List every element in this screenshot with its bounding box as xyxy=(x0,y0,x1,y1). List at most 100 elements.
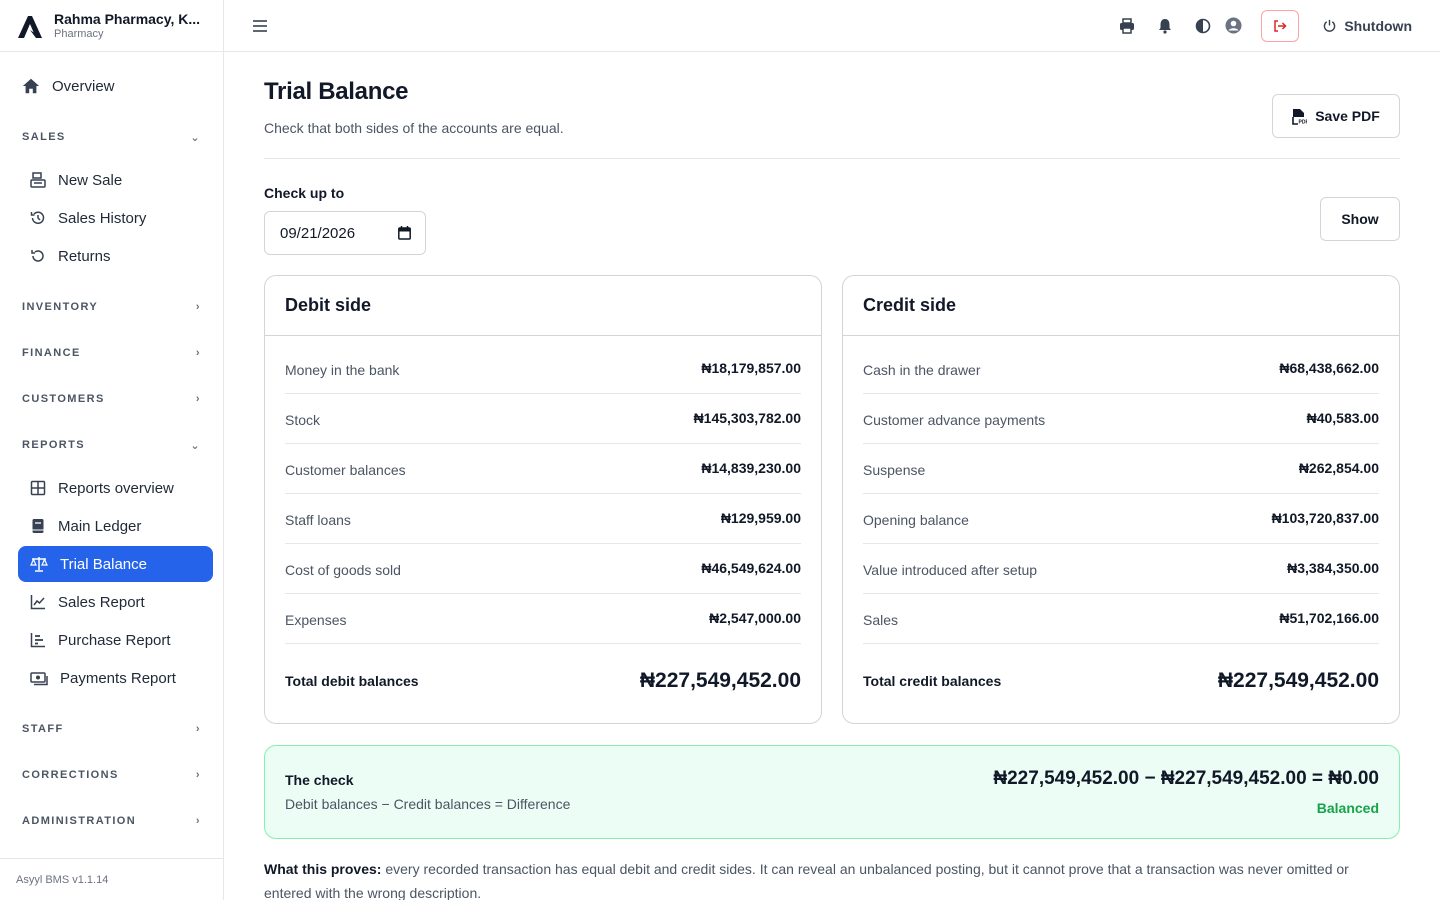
sidebar: Rahma Pharmacy, K... Pharmacy Overview S… xyxy=(0,0,224,900)
status-badge: Balanced xyxy=(1316,800,1379,816)
chevron-right-icon: › xyxy=(195,393,201,405)
row-value: ₦2,547,000.00 xyxy=(709,609,801,626)
shutdown-button[interactable]: Shutdown xyxy=(1323,18,1412,34)
main-area: Shutdown Trial Balance Check that both s… xyxy=(224,0,1440,900)
sidebar-item-payments-report[interactable]: Payments Report xyxy=(18,660,213,696)
debit-row: Expenses ₦2,547,000.00 xyxy=(285,594,801,644)
chevron-down-icon: ⌄ xyxy=(190,439,201,452)
date-value: 09/21/2026 xyxy=(280,224,356,242)
sidebar-section-reports[interactable]: REPORTS ⌄ xyxy=(18,422,213,468)
row-value: ₦3,384,350.00 xyxy=(1287,559,1379,576)
notifications-button[interactable] xyxy=(1153,14,1177,38)
table-icon xyxy=(30,480,46,496)
page-subtitle: Check that both sides of the accounts ar… xyxy=(264,120,564,136)
section-label: REPORTS xyxy=(22,439,85,451)
row-value: ₦14,839,230.00 xyxy=(701,459,801,476)
section-label: CUSTOMERS xyxy=(22,393,105,405)
sidebar-item-sales-history[interactable]: Sales History xyxy=(18,200,213,236)
debit-row: Cost of goods sold ₦46,549,624.00 xyxy=(285,544,801,594)
money-icon xyxy=(30,672,48,686)
check-equation: ₦227,549,452.00 − ₦227,549,452.00 = ₦0.0… xyxy=(993,768,1379,789)
sidebar-section-sales[interactable]: SALES ⌄ xyxy=(18,114,213,160)
theme-toggle-button[interactable] xyxy=(1191,14,1215,38)
hamburger-icon xyxy=(253,19,267,32)
logout-icon xyxy=(1274,19,1287,32)
row-label: Stock xyxy=(285,411,321,428)
debit-row: Customer balances ₦14,839,230.00 xyxy=(285,444,801,494)
page-header: Trial Balance Check that both sides of t… xyxy=(264,76,1400,159)
row-value: ₦18,179,857.00 xyxy=(701,359,801,376)
sidebar-item-overview[interactable]: Overview xyxy=(18,66,213,106)
sidebar-section-corrections[interactable]: CORRECTIONS › xyxy=(18,752,213,798)
proof-lead: What this proves: xyxy=(264,861,382,877)
save-pdf-button[interactable]: PDF Save PDF xyxy=(1272,94,1400,138)
shutdown-label: Shutdown xyxy=(1344,17,1412,34)
credit-total-value: ₦227,549,452.00 xyxy=(1217,669,1379,692)
credit-total-label: Total credit balances xyxy=(863,673,1002,689)
row-label: Customer advance payments xyxy=(863,411,1046,428)
menu-toggle-button[interactable] xyxy=(248,14,272,38)
balance-check-panel: The check Debit balances − Credit balanc… xyxy=(264,745,1400,839)
sidebar-item-trial-balance[interactable]: Trial Balance xyxy=(18,546,213,582)
print-button[interactable] xyxy=(1115,14,1139,38)
sidebar-item-returns[interactable]: Returns xyxy=(18,238,213,274)
home-icon xyxy=(22,78,40,94)
profile-button[interactable] xyxy=(1221,14,1245,38)
version-label: Asyyl BMS v1.1.14 xyxy=(0,858,223,900)
sidebar-item-label: Reports overview xyxy=(58,479,174,497)
save-pdf-label: Save PDF xyxy=(1315,108,1380,124)
chevron-right-icon: › xyxy=(195,769,201,781)
section-label: ADMINISTRATION xyxy=(22,815,137,827)
sidebar-section-finance[interactable]: FINANCE › xyxy=(18,330,213,376)
credit-card-title: Credit side xyxy=(843,276,1399,336)
check-title: The check xyxy=(285,772,354,788)
check-formula: Debit balances − Credit balances = Diffe… xyxy=(285,796,571,812)
debit-row: Stock ₦145,303,782.00 xyxy=(285,394,801,444)
sidebar-section-inventory[interactable]: INVENTORY › xyxy=(18,284,213,330)
undo-icon xyxy=(31,250,44,262)
debit-row: Staff loans ₦129,959.00 xyxy=(285,494,801,544)
bar-chart-icon xyxy=(30,633,45,648)
sidebar-item-label: Main Ledger xyxy=(58,517,142,535)
brand[interactable]: Rahma Pharmacy, K... Pharmacy xyxy=(0,0,223,52)
row-value: ₦68,438,662.00 xyxy=(1279,359,1379,376)
sidebar-section-staff[interactable]: STAFF › xyxy=(18,706,213,752)
chevron-right-icon: › xyxy=(195,815,201,827)
row-value: ₦40,583.00 xyxy=(1306,409,1379,426)
calendar-icon[interactable] xyxy=(398,226,411,240)
sidebar-section-customers[interactable]: CUSTOMERS › xyxy=(18,376,213,422)
sidebar-item-new-sale[interactable]: New Sale xyxy=(18,162,213,198)
date-input[interactable]: 09/21/2026 xyxy=(264,211,426,255)
sidebar-item-sales-report[interactable]: Sales Report xyxy=(18,584,213,620)
chevron-down-icon: ⌄ xyxy=(190,131,201,144)
sidebar-section-administration[interactable]: ADMINISTRATION › xyxy=(18,798,213,844)
brand-name: Rahma Pharmacy, K... xyxy=(54,11,201,27)
section-label: FINANCE xyxy=(22,347,81,359)
history-icon xyxy=(30,211,45,224)
row-label: Value introduced after setup xyxy=(863,561,1038,578)
sidebar-item-reports-overview[interactable]: Reports overview xyxy=(18,470,213,506)
row-value: ₦51,702,166.00 xyxy=(1279,609,1379,626)
sidebar-item-label: Trial Balance xyxy=(60,555,147,573)
sidebar-item-label: Overview xyxy=(52,77,115,95)
sidebar-item-label: Sales Report xyxy=(58,593,145,611)
book-icon xyxy=(32,519,44,533)
chevron-right-icon: › xyxy=(195,723,201,735)
row-label: Money in the bank xyxy=(285,361,400,378)
sidebar-item-label: Payments Report xyxy=(60,669,176,687)
user-circle-icon xyxy=(1225,17,1242,34)
line-chart-icon xyxy=(30,595,45,610)
debit-total-value: ₦227,549,452.00 xyxy=(639,669,801,692)
sidebar-item-purchase-report[interactable]: Purchase Report xyxy=(18,622,213,658)
section-label: STAFF xyxy=(22,723,64,735)
sidebar-item-main-ledger[interactable]: Main Ledger xyxy=(18,508,213,544)
row-label: Cash in the drawer xyxy=(863,361,981,378)
show-button[interactable]: Show xyxy=(1320,197,1400,241)
logout-button[interactable] xyxy=(1261,9,1300,42)
section-label: INVENTORY xyxy=(22,301,99,313)
sidebar-item-label: Purchase Report xyxy=(58,631,171,649)
debit-total-row: Total debit balances ₦227,549,452.00 xyxy=(285,644,801,718)
chevron-right-icon: › xyxy=(195,301,201,313)
credit-row: Value introduced after setup ₦3,384,350.0… xyxy=(863,544,1379,594)
power-icon xyxy=(1324,19,1336,32)
